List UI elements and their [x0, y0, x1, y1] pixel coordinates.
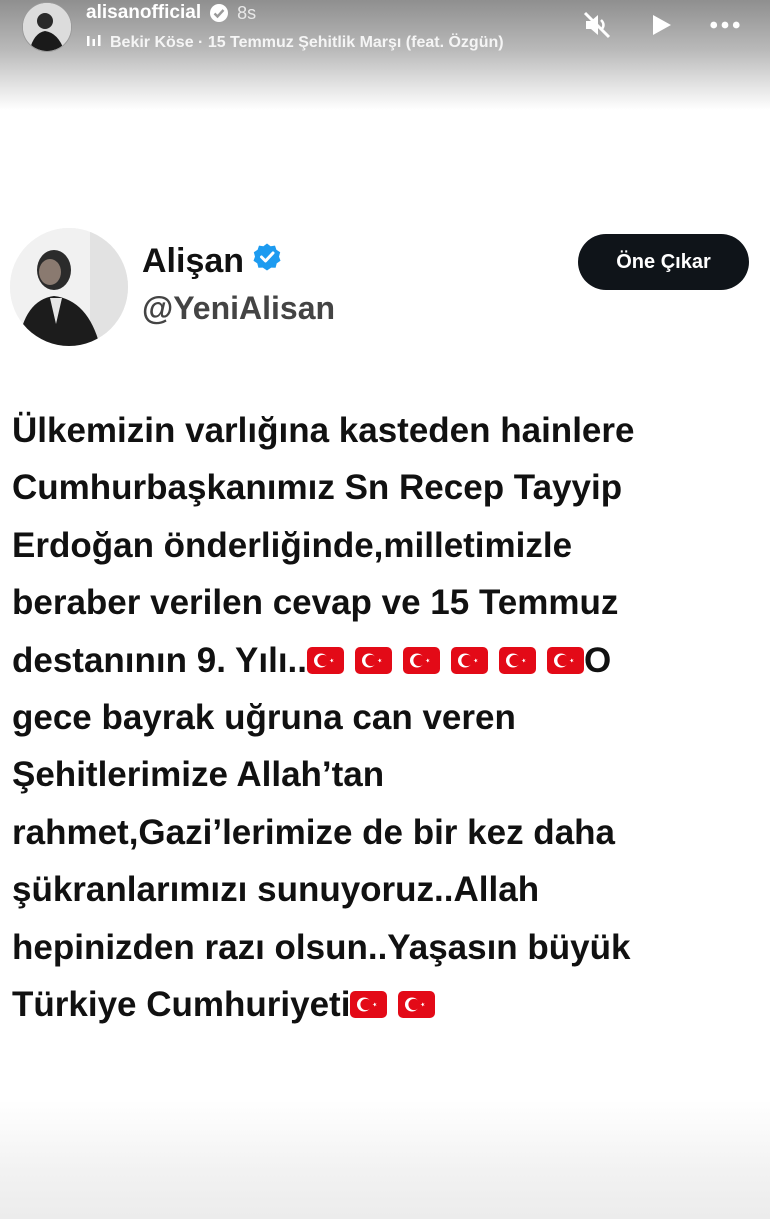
tweet-line-with-flags: destanının 9. Yılı.. O	[12, 632, 764, 689]
story-controls	[582, 10, 740, 40]
turkish-flag-icon	[403, 646, 440, 674]
tweet-text-segment: Türkiye Cumhuriyeti	[12, 984, 351, 1024]
tweet-avatar[interactable]	[10, 228, 128, 346]
turkish-flag-icon	[355, 646, 392, 674]
more-icon[interactable]	[710, 10, 740, 40]
tweet-line-with-flags: Türkiye Cumhuriyeti	[12, 976, 764, 1033]
tweet-line: Ülkemizin varlığına kasteden hainlere	[12, 411, 635, 450]
flag-group	[350, 991, 436, 1019]
avatar-photo	[23, 3, 71, 51]
tweet-line: Şehitlerimize Allah’tan	[12, 755, 385, 795]
tweet-display-name-row: Alişan	[142, 242, 282, 281]
tweet-line: rahmet,Gazi’lerimize de bir kez daha	[12, 812, 615, 852]
turkish-flag-icon	[547, 646, 584, 674]
tweet-text-segment: O	[584, 640, 612, 680]
display-name[interactable]: Alişan	[142, 242, 244, 281]
music-bars-icon	[86, 33, 102, 54]
verified-badge-icon	[252, 242, 282, 281]
story-username[interactable]: alisanofficial	[86, 2, 201, 24]
mute-icon[interactable]	[582, 10, 612, 40]
tweet-text: Ülkemizin varlığına kasteden hainlere Cu…	[12, 402, 764, 1033]
story-footer	[0, 1100, 770, 1219]
tweet-line: hepinizden razı olsun..Yaşasın büyük	[12, 927, 631, 967]
play-icon[interactable]	[646, 10, 676, 40]
tweet-line: gece bayrak uğruna can veren	[12, 697, 516, 737]
feature-button[interactable]: Öne Çıkar	[578, 234, 749, 290]
story-time: 8s	[237, 2, 257, 23]
turkish-flag-icon	[307, 646, 344, 674]
tweet-handle[interactable]: @YeniAlisan	[142, 290, 335, 327]
tweet-line: beraber verilen cevap ve 15 Temmuz	[12, 583, 619, 623]
story-user-row: alisanofficial 8s	[86, 1, 256, 25]
avatar-photo	[10, 228, 128, 346]
flag-group	[307, 646, 584, 674]
tweet-line: Cumhurbaşkanımız Sn Recep Tayyip	[12, 468, 623, 508]
music-title: Bekir Köse · 15 Temmuz Şehitlik Marşı (f…	[110, 34, 504, 51]
story-avatar[interactable]	[22, 2, 72, 52]
tweet-line: Erdoğan önderliğinde,milletimizle	[12, 525, 573, 565]
tweet-line: şükranlarımızı sunuyoruz..Allah	[12, 870, 540, 910]
turkish-flag-icon	[499, 646, 536, 674]
turkish-flag-icon	[451, 646, 488, 674]
tweet-text-segment: destanının 9. Yılı..	[12, 640, 307, 680]
turkish-flag-icon	[398, 991, 436, 1019]
turkish-flag-icon	[350, 991, 388, 1019]
verified-icon	[209, 3, 229, 23]
story-music[interactable]: Bekir Köse · 15 Temmuz Şehitlik Marşı (f…	[86, 32, 504, 54]
